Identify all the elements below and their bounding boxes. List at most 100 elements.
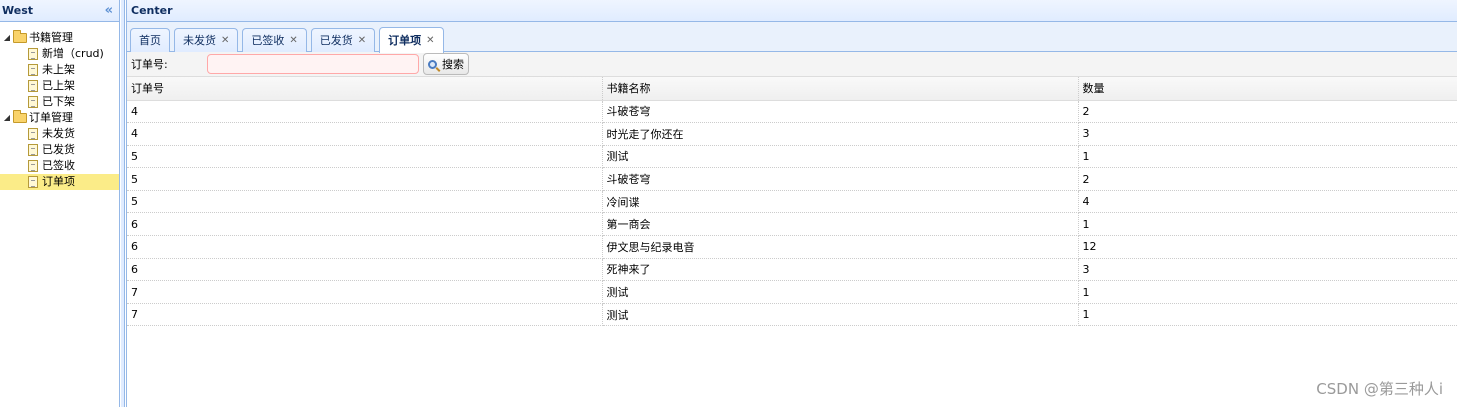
cell-quantity: 1 [1078,212,1457,237]
cell-quantity: 2 [1078,167,1457,191]
cell-quantity: 4 [1078,190,1457,214]
cell-order-id: 5 [127,167,603,191]
file-icon [28,128,38,140]
tabs-header: 首页 未发货 ✕ 已签收 ✕ 已发货 ✕ 订单项 ✕ [127,22,1457,53]
tree-node-add-crud[interactable]: 新增（crud) [0,46,119,62]
cell-quantity: 2 [1078,100,1457,124]
tree-node-order-items[interactable]: 订单项 [0,174,119,190]
close-icon[interactable]: ✕ [289,30,297,52]
tree-node-shipped[interactable]: 已发货 [0,142,119,158]
order-number-label: 订单号: [131,58,168,71]
tree-node-book-management[interactable]: ◢ 书籍管理 [0,30,119,46]
cell-order-id: 6 [127,235,603,259]
cell-order-id: 4 [127,122,603,146]
tab-label: 订单项 [388,33,422,47]
file-icon [28,144,38,156]
cell-order-id: 7 [127,303,603,327]
tree-label: 已上架 [42,79,75,92]
tree-node-order-management[interactable]: ◢ 订单管理 [0,110,119,126]
nav-tree: ◢ 书籍管理 新增（crud) 未上架 已上架 已下架 ◢ 订单管理 未发货 已… [0,30,119,190]
folder-icon [13,30,27,43]
tab-strip: 首页 未发货 ✕ 已签收 ✕ 已发货 ✕ 订单项 ✕ [130,26,1457,53]
column-header-book-name[interactable]: 书籍名称 [602,77,1079,101]
watermark: CSDN @第三种人i [1316,380,1443,398]
tab-signed[interactable]: 已签收 ✕ [242,28,307,52]
search-button-label: 搜索 [442,58,464,71]
file-icon [28,64,38,76]
table-row[interactable]: 6 伊文思与纪录电音 12 [127,235,1457,259]
tab-label: 首页 [139,33,161,47]
cell-book-name: 测试 [602,145,1079,169]
table-row[interactable]: 4 斗破苍穹 2 [127,100,1457,124]
close-icon[interactable]: ✕ [358,30,366,52]
cell-book-name: 第一商会 [602,212,1079,237]
search-button[interactable]: 搜索 [423,53,469,75]
tree-label: 订单项 [42,175,75,188]
tree-group-order-management: ◢ 订单管理 未发货 已发货 已签收 订单项 [0,110,119,190]
tab-label: 已签收 [251,33,285,47]
table-row[interactable]: 5 冷间谍 4 [127,190,1457,214]
tab-order-items[interactable]: 订单项 ✕ [379,27,444,53]
column-header-quantity[interactable]: 数量 [1078,77,1457,101]
file-icon [28,176,38,188]
west-panel: West « ◢ 书籍管理 新增（crud) 未上架 已上架 已下架 ◢ 订单管… [0,0,120,407]
cell-order-id: 5 [127,145,603,169]
tree-label: 已下架 [42,95,75,108]
tab-shipped[interactable]: 已发货 ✕ [310,28,376,52]
center-panel-header: Center [127,0,1457,22]
expand-arrow-icon[interactable]: ◢ [2,30,12,46]
tree-label: 新增（crud) [42,47,104,60]
cell-book-name: 死神来了 [602,258,1079,282]
table-row[interactable]: 5 斗破苍穹 2 [127,167,1457,191]
tree-node-signed[interactable]: 已签收 [0,158,119,174]
close-icon[interactable]: ✕ [426,30,434,52]
center-panel-title: Center [131,4,173,17]
table-row[interactable]: 4 时光走了你还在 3 [127,122,1457,146]
file-icon [28,160,38,172]
cell-quantity: 3 [1078,258,1457,282]
collapse-left-icon[interactable]: « [105,0,113,22]
cell-order-id: 6 [127,258,603,282]
tree-label: 未上架 [42,63,75,76]
cell-quantity: 1 [1078,280,1457,304]
table-row[interactable]: 6 死神来了 3 [127,258,1457,282]
file-icon [28,80,38,92]
grid-header-row: 订单号 书籍名称 数量 [127,77,1457,101]
west-panel-title: West [2,4,34,17]
table-row[interactable]: 7 测试 1 [127,280,1457,304]
order-number-input[interactable] [207,54,419,74]
cell-order-id: 5 [127,190,603,214]
order-items-grid: 订单号 书籍名称 数量 4 斗破苍穹 2 4 时光走了你还在 3 5 测试 1 5 斗破苍穹 2… [127,77,1457,327]
tree-group-book-management: ◢ 书籍管理 新增（crud) 未上架 已上架 已下架 [0,30,119,110]
tab-label: 已发货 [319,33,353,47]
tree-label: 未发货 [42,127,75,140]
tree-node-listed[interactable]: 已上架 [0,78,119,94]
cell-quantity: 3 [1078,122,1457,146]
tree-node-unshipped[interactable]: 未发货 [0,126,119,142]
cell-order-id: 6 [127,212,603,237]
tab-unshipped[interactable]: 未发货 ✕ [174,28,239,52]
cell-book-name: 伊文思与纪录电音 [602,235,1079,259]
close-icon[interactable]: ✕ [221,30,229,52]
tab-label: 未发货 [183,33,216,47]
layout-splitter[interactable] [121,0,125,407]
cell-book-name: 冷间谍 [602,190,1079,214]
tree-node-delisted[interactable]: 已下架 [0,94,119,110]
tree-label: 已发货 [42,143,75,156]
folder-icon [13,110,27,123]
cell-quantity: 1 [1078,145,1457,169]
tab-home[interactable]: 首页 [130,28,170,52]
table-row[interactable]: 7 测试 1 [127,303,1457,327]
center-panel: Center 首页 未发货 ✕ 已签收 ✕ 已发货 ✕ 订单项 ✕ 订单号: 搜… [126,0,1457,407]
cell-quantity: 12 [1078,235,1457,259]
column-header-order-id[interactable]: 订单号 [127,77,603,101]
file-icon [28,48,38,60]
expand-arrow-icon[interactable]: ◢ [2,110,12,126]
table-row[interactable]: 5 测试 1 [127,145,1457,169]
cell-book-name: 斗破苍穹 [602,100,1079,124]
table-row[interactable]: 6 第一商会 1 [127,212,1457,237]
cell-book-name: 测试 [602,280,1079,304]
west-panel-header: West « [0,0,119,22]
tree-label: 书籍管理 [29,31,73,44]
tree-node-not-listed[interactable]: 未上架 [0,62,119,78]
